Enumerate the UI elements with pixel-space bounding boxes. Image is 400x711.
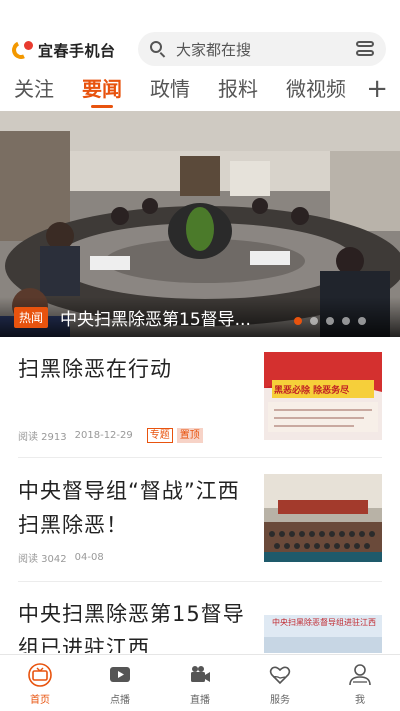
news-meta: 阅读 3042 04-08 — [18, 550, 112, 565]
search-bar[interactable]: 大家都在搜 — [138, 32, 386, 66]
channel-tabs: 关注 要闻 政情 报料 微视频 + — [0, 72, 400, 108]
search-placeholder: 大家都在搜 — [176, 40, 252, 59]
carousel-dots — [286, 317, 366, 325]
carousel-dot[interactable] — [342, 317, 350, 325]
news-reads: 阅读 3042 — [18, 554, 67, 565]
news-thumbnail[interactable]: 中央扫黑除恶督导组进驻江西 — [264, 597, 382, 653]
news-title[interactable]: 扫黑除恶在行动 — [18, 352, 246, 386]
banner-carousel[interactable]: 热闻 中央扫黑除恶第15督导... — [0, 111, 400, 337]
app-name: 宜春手机台 — [38, 41, 116, 60]
divider — [18, 581, 382, 582]
nav-live[interactable]: 直播 — [160, 655, 240, 711]
news-item[interactable]: 扫黑除恶在行动 阅读 2913 2018-12-29 专题 置顶 黑恶必除 除恶… — [18, 352, 382, 444]
news-meta: 阅读 2913 2018-12-29 专题 置顶 — [18, 428, 207, 443]
divider — [18, 457, 382, 458]
news-thumbnail[interactable]: 黑恶必除 除恶务尽 — [264, 352, 382, 440]
news-item[interactable]: 中央扫黑除恶第15督导组已进驻江西 中央扫黑除恶督导组进驻江西 — [18, 597, 382, 653]
nav-label: 直播 — [190, 695, 210, 706]
banner-title[interactable]: 中央扫黑除恶第15督导... — [60, 305, 251, 330]
news-title[interactable]: 中央督导组“督战”江西扫黑除恶！ — [18, 474, 246, 542]
news-thumbnail[interactable] — [264, 474, 382, 562]
nav-vod[interactable]: 点播 — [80, 655, 160, 711]
carousel-dot[interactable] — [326, 317, 334, 325]
topic-tag: 专题 — [146, 428, 173, 443]
news-item[interactable]: 中央督导组“督战”江西扫黑除恶！ 阅读 3042 04-08 — [18, 474, 382, 566]
header: 宜春手机台 大家都在搜 — [0, 30, 400, 70]
thumb-banner-text: 黑恶必除 除恶务尽 — [274, 386, 350, 396]
user-icon — [347, 663, 373, 687]
nav-service[interactable]: 服务 — [240, 655, 320, 711]
logo-icon — [9, 38, 34, 62]
play-icon — [107, 663, 133, 687]
carousel-dot[interactable] — [310, 317, 318, 325]
tab-headlines[interactable]: 要闻 — [82, 72, 122, 108]
status-bar — [0, 0, 400, 26]
carousel-dot[interactable] — [294, 317, 302, 325]
scan-icon[interactable] — [356, 41, 374, 57]
tab-report[interactable]: 报料 — [218, 72, 258, 108]
nav-home[interactable]: 首页 — [0, 655, 80, 711]
news-date: 04-08 — [74, 552, 104, 563]
app-logo: 宜春手机台 — [9, 38, 134, 62]
nav-me[interactable]: 我 — [320, 655, 400, 711]
home-tv-icon — [27, 663, 53, 687]
nav-label: 我 — [355, 695, 365, 706]
nav-label: 服务 — [270, 695, 290, 706]
search-icon — [150, 41, 166, 58]
camera-icon — [187, 663, 213, 687]
add-channel-icon[interactable]: + — [366, 76, 388, 102]
nav-label: 点播 — [110, 695, 130, 706]
tab-politics[interactable]: 政情 — [150, 72, 190, 108]
tab-follow[interactable]: 关注 — [14, 72, 54, 108]
news-date: 2018-12-29 — [74, 430, 133, 441]
bottom-nav: 首页 点播 直播 服务 我 — [0, 654, 400, 711]
nav-label: 首页 — [30, 695, 50, 706]
tab-micro-video[interactable]: 微视频 — [286, 72, 346, 108]
thumb-scroll-text: 中央扫黑除恶督导组进驻江西 — [272, 618, 376, 627]
pinned-tag: 置顶 — [176, 428, 203, 443]
heart-hand-icon — [267, 663, 293, 687]
news-title[interactable]: 中央扫黑除恶第15督导组已进驻江西 — [18, 597, 246, 653]
news-reads: 阅读 2913 — [18, 432, 67, 443]
hot-badge: 热闻 — [14, 306, 49, 328]
carousel-dot[interactable] — [358, 317, 366, 325]
